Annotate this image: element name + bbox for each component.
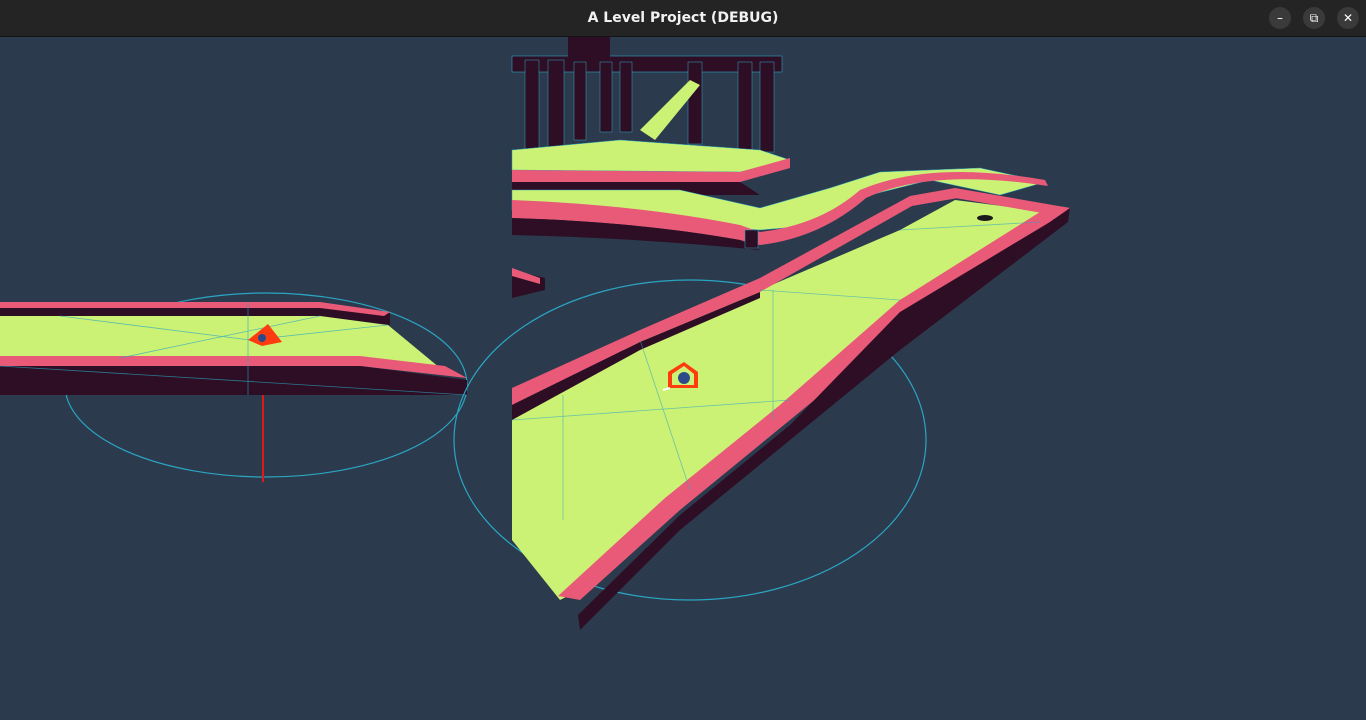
right-main-course xyxy=(453,37,1070,630)
close-button[interactable]: ✕ xyxy=(1337,7,1359,29)
window-title: A Level Project (DEBUG) xyxy=(587,10,779,26)
left-preview-course xyxy=(0,292,468,482)
game-viewport[interactable] xyxy=(0,37,1366,720)
bridge-structure xyxy=(511,37,783,161)
maximize-button[interactable]: ⧉ xyxy=(1303,7,1325,29)
title-bar[interactable]: A Level Project (DEBUG) – ⧉ ✕ xyxy=(0,0,1366,37)
golf-hole xyxy=(977,215,993,221)
golf-ball[interactable] xyxy=(678,372,690,384)
minimize-button[interactable]: – xyxy=(1269,7,1291,29)
